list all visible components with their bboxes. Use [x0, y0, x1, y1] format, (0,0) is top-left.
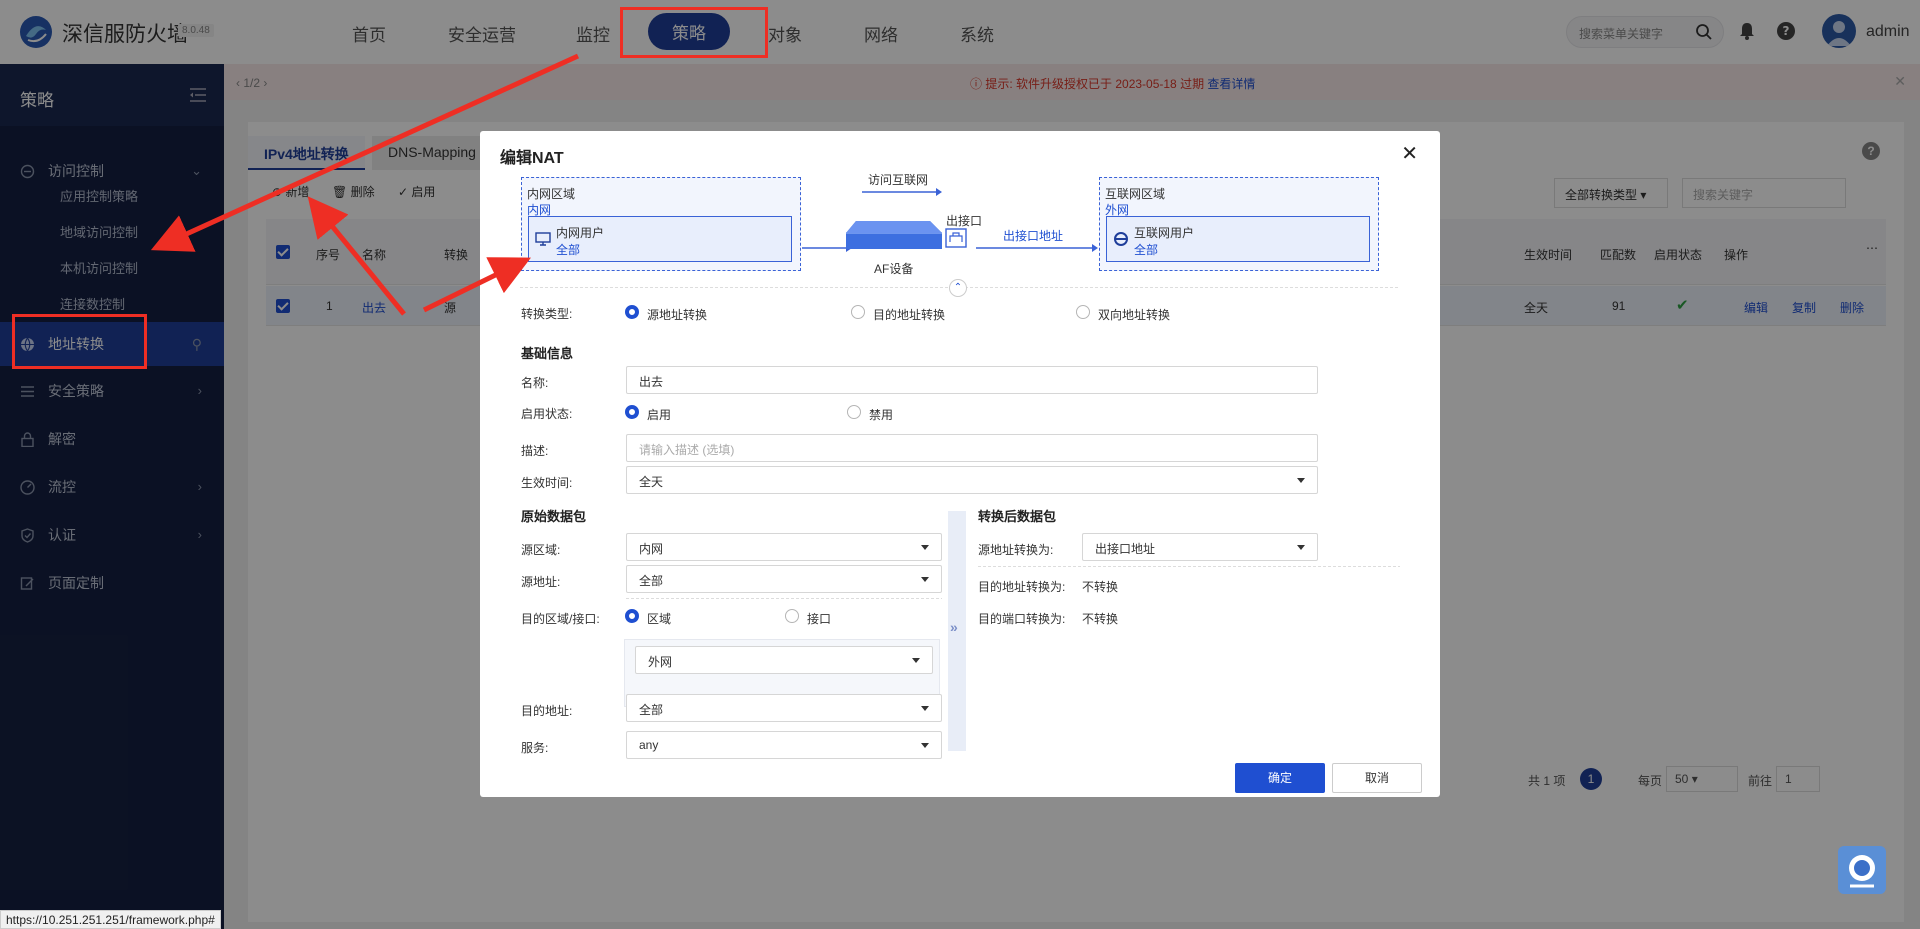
src-addr-label: 源地址: — [521, 575, 561, 589]
dst-conv-value: 不转换 — [1082, 580, 1119, 594]
caret-down-icon — [921, 577, 929, 582]
dst-zone-if-label: 目的区域/接口: — [521, 612, 600, 626]
caret-down-icon — [921, 743, 929, 748]
caret-down-icon — [1297, 545, 1305, 550]
dst-nat-label[interactable]: 目的地址转换 — [873, 306, 945, 323]
arrow-right-icon — [862, 188, 942, 196]
assistant-float-button[interactable] — [1838, 846, 1886, 894]
service-label: 服务: — [521, 741, 549, 755]
dst-if-radio[interactable] — [785, 609, 799, 623]
out-addr-label: 出接口地址 — [1003, 229, 1064, 243]
dst-zone-select[interactable]: 外网 — [635, 646, 933, 674]
enable-radio[interactable] — [625, 405, 639, 419]
src-zone-value: 内网 — [639, 542, 664, 556]
caret-down-icon — [1297, 478, 1305, 483]
src-nat-radio[interactable] — [625, 305, 639, 319]
time-label: 生效时间: — [521, 476, 573, 490]
packet-flow-bar: » — [948, 511, 966, 751]
internet-zone-label: 互联网区域 — [1105, 187, 1166, 201]
disable-label[interactable]: 禁用 — [869, 406, 893, 423]
annotation-box-nav-policy — [620, 7, 768, 58]
internet-user-label: 互联网用户 — [1134, 226, 1195, 240]
internal-user-value: 全部 — [556, 243, 581, 257]
port-icon — [945, 228, 967, 248]
port-conv-label: 目的端口转换为: — [978, 612, 1066, 626]
internet-user-value: 全部 — [1134, 243, 1159, 257]
assistant-icon — [1849, 855, 1875, 888]
service-value: any — [639, 738, 659, 752]
src-conv-select[interactable]: 出接口地址 — [1082, 533, 1318, 561]
internet-zone-box: 互联网区域 外网 互联网用户 全部 — [1099, 177, 1379, 271]
status-url: https://10.251.251.251/framework.php# — [0, 910, 221, 929]
bi-nat-radio[interactable] — [1076, 305, 1090, 319]
bi-nat-label[interactable]: 双向地址转换 — [1098, 306, 1170, 323]
name-input[interactable]: 出去 — [626, 366, 1318, 394]
confirm-button[interactable]: 确定 — [1235, 763, 1325, 793]
collapse-up-icon[interactable]: ⌃ — [949, 279, 967, 297]
dst-zone-radio[interactable] — [625, 609, 639, 623]
basic-info-heading: 基础信息 — [521, 346, 574, 361]
time-value: 全天 — [639, 475, 664, 489]
edit-nat-dialog: 编辑NAT ✕ 内网区域 内网 内网用户 全部 访问互联网 AF设备 出接口 出… — [480, 131, 1440, 797]
name-label: 名称: — [521, 376, 549, 390]
out-port-label: 出接口 — [946, 214, 983, 228]
disable-radio[interactable] — [847, 405, 861, 419]
src-nat-label[interactable]: 源地址转换 — [647, 306, 707, 323]
cancel-button[interactable]: 取消 — [1332, 763, 1422, 793]
time-select[interactable]: 全天 — [626, 466, 1318, 494]
internal-user-label: 内网用户 — [556, 226, 605, 240]
af-device-label: AF设备 — [874, 262, 914, 276]
browser-e-icon — [1114, 232, 1128, 246]
src-addr-value: 全部 — [639, 574, 664, 588]
conv-type-label: 转换类型: — [521, 307, 573, 321]
src-zone-label: 源区域: — [521, 543, 561, 557]
src-conv-label: 源地址转换为: — [978, 543, 1054, 557]
visit-internet-label: 访问互联网 — [868, 173, 929, 187]
monitor-icon — [535, 232, 551, 246]
caret-down-icon — [921, 545, 929, 550]
internal-user-box: 内网用户 全部 — [528, 216, 792, 262]
desc-input[interactable]: 请输入描述 (选填) — [626, 434, 1318, 462]
src-zone-select[interactable]: 内网 — [626, 533, 942, 561]
flow-arrow-icon — [976, 244, 1098, 252]
divider — [978, 566, 1400, 567]
divider — [626, 598, 942, 599]
dst-addr-value: 全部 — [639, 703, 664, 717]
dst-addr-label: 目的地址: — [521, 704, 573, 718]
service-select[interactable]: any — [626, 731, 942, 759]
status-label: 启用状态: — [521, 407, 573, 421]
dst-if-option-label[interactable]: 接口 — [807, 610, 831, 627]
after-packet-heading: 转换后数据包 — [978, 509, 1057, 524]
dialog-title: 编辑NAT — [500, 150, 564, 167]
dst-zone-option-label[interactable]: 区域 — [647, 610, 671, 627]
internal-zone-box: 内网区域 内网 内网用户 全部 — [521, 177, 801, 271]
caret-down-icon — [921, 706, 929, 711]
src-addr-select[interactable]: 全部 — [626, 565, 942, 593]
dst-nat-radio[interactable] — [851, 305, 865, 319]
internet-user-box: 互联网用户 全部 — [1106, 216, 1370, 262]
dst-conv-label: 目的地址转换为: — [978, 580, 1066, 594]
caret-down-icon — [912, 658, 920, 663]
dst-addr-select[interactable]: 全部 — [626, 694, 942, 722]
double-chevron-right-icon: » — [950, 619, 958, 635]
internal-zone-label: 内网区域 — [527, 187, 576, 201]
close-icon[interactable]: ✕ — [1401, 141, 1418, 166]
port-conv-value: 不转换 — [1082, 612, 1119, 626]
dst-zone-value: 外网 — [648, 655, 673, 669]
enable-label[interactable]: 启用 — [647, 406, 671, 423]
orig-packet-heading: 原始数据包 — [521, 509, 587, 524]
src-conv-value: 出接口地址 — [1095, 542, 1156, 556]
desc-label: 描述: — [521, 444, 549, 458]
annotation-box-sidebar-nat — [12, 314, 147, 369]
af-device-icon — [846, 221, 942, 249]
